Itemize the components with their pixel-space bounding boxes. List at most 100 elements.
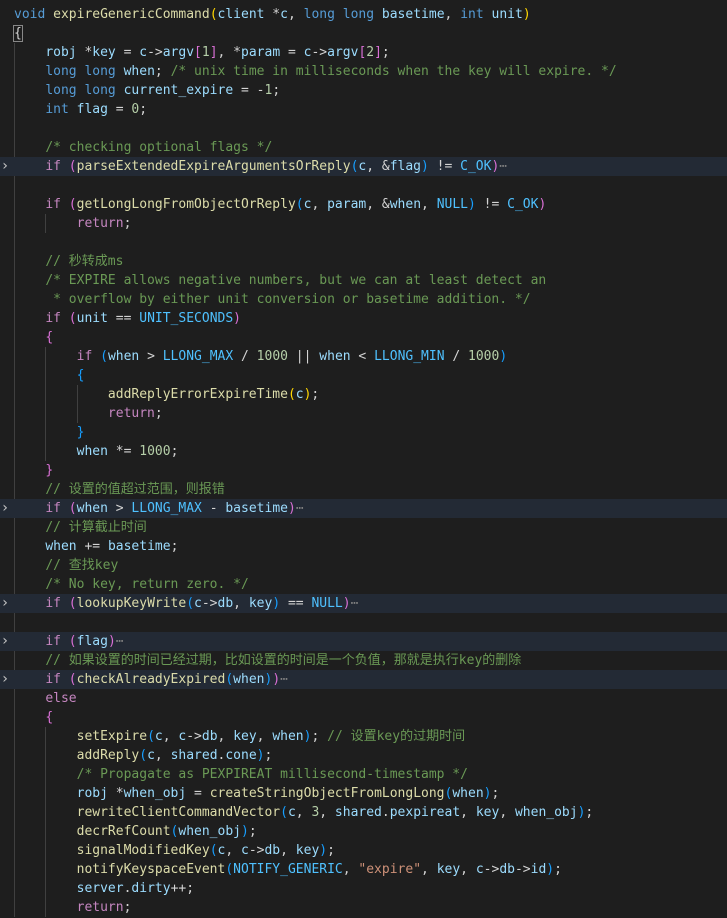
code-line[interactable]: server.dirty++; (0, 879, 727, 898)
code-line[interactable]: decrRefCount(when_obj); (0, 822, 727, 841)
folded-ellipsis-icon[interactable]: ⋯ (116, 634, 124, 649)
code-token: flag (76, 634, 108, 649)
code-token: key (92, 45, 116, 60)
code-line[interactable]: else (0, 689, 727, 708)
code-line[interactable]: › if (flag)⋯ (0, 632, 727, 651)
code-line[interactable]: signalModifiedKey(c, c->db, key); (0, 841, 727, 860)
code-line[interactable]: // 设置的值超过范围，则报错 (0, 480, 727, 499)
code-line[interactable]: { (0, 24, 727, 43)
code-token: -> (248, 843, 265, 858)
code-line[interactable]: return; (0, 214, 727, 233)
code-text: { (14, 328, 53, 347)
code-line[interactable]: // 如果设置的时间已经过期，比如设置的时间是一个负值，那就是执行key的删除 (0, 651, 727, 670)
code-token: when (389, 197, 422, 212)
fold-chevron-icon[interactable]: › (0, 594, 10, 613)
code-line[interactable]: if (getLongLongFromObjectOrReply(c, para… (0, 195, 727, 214)
code-line[interactable]: rewriteClientCommandVector(c, 3, shared.… (0, 803, 727, 822)
code-line[interactable]: /* EXPIRE allows negative numbers, but w… (0, 271, 727, 290)
code-token: if (45, 159, 61, 174)
code-token: , (256, 729, 273, 744)
code-line[interactable]: › if (checkAlreadyExpired(when))⋯ (0, 670, 727, 689)
folded-ellipsis-icon[interactable]: ⋯ (296, 501, 304, 516)
code-line[interactable]: // 秒转成ms (0, 252, 727, 271)
code-token: c (295, 387, 304, 402)
code-line[interactable]: /* Propagate as PEXPIREAT millisecond-ti… (0, 765, 727, 784)
code-token: ( (139, 748, 148, 763)
code-line[interactable]: robj *when_obj = createStringObjectFromL… (0, 784, 727, 803)
code-token: ) (538, 197, 547, 212)
code-line[interactable]: › if (parseExtendedExpireArgumentsOrRepl… (0, 157, 727, 176)
code-line[interactable]: notifyKeyspaceEvent(NOTIFY_GENERIC, "exp… (0, 860, 727, 879)
code-line[interactable]: /* checking optional flags */ (0, 138, 727, 157)
code-token: when_obj (123, 786, 187, 801)
code-line[interactable]: return; (0, 404, 727, 423)
code-line[interactable]: int flag = 0; (0, 100, 727, 119)
code-token: /* checking optional flags */ (45, 140, 273, 155)
code-line[interactable]: } (0, 461, 727, 480)
fold-chevron-icon[interactable]: › (0, 499, 10, 518)
code-line[interactable]: when *= 1000; (0, 442, 727, 461)
code-line[interactable]: › if (lookupKeyWrite(c->db, key) == NULL… (0, 594, 727, 613)
code-line[interactable]: /* No key, return zero. */ (0, 575, 727, 594)
code-line[interactable]: { (0, 328, 727, 347)
code-token: ++; (170, 881, 195, 896)
code-line[interactable] (0, 613, 727, 632)
code-token: shared (334, 805, 382, 820)
code-token: db (499, 862, 515, 877)
code-line[interactable]: addReplyErrorExpireTime(c); (0, 385, 727, 404)
code-token: ; (272, 83, 281, 98)
code-token: ; (123, 900, 132, 915)
code-text: addReplyErrorExpireTime(c); (14, 385, 319, 404)
code-line[interactable]: { (0, 366, 727, 385)
code-line[interactable]: } (0, 423, 727, 442)
folded-ellipsis-icon[interactable]: ⋯ (351, 596, 359, 611)
code-line[interactable]: setExpire(c, c->db, key, when); // 设置key… (0, 727, 727, 746)
code-line[interactable]: // 查找key (0, 556, 727, 575)
code-token: , (162, 729, 179, 744)
code-token: return (76, 216, 124, 231)
code-line[interactable] (0, 176, 727, 195)
fold-chevron-icon[interactable]: › (0, 157, 10, 176)
code-line[interactable]: if (unit == UNIT_SECONDS) (0, 309, 727, 328)
code-token: ; (170, 444, 179, 459)
code-line[interactable]: if (when > LLONG_MAX / 1000 || when < LL… (0, 347, 727, 366)
folded-ellipsis-icon[interactable]: ⋯ (499, 159, 507, 174)
code-line[interactable]: // 计算截止时间 (0, 518, 727, 537)
code-line[interactable]: › if (when > LLONG_MAX - basetime)⋯ (0, 499, 727, 518)
code-token: NULL (436, 197, 468, 212)
code-line[interactable]: when += basetime; (0, 537, 727, 556)
fold-chevron-icon[interactable]: › (0, 670, 10, 689)
code-token: /* unix time in milliseconds when the ke… (170, 64, 617, 79)
code-editor[interactable]: void expireGenericCommand(client *c, lon… (0, 0, 727, 918)
code-text: * overflow by either unit conversion or … (14, 290, 530, 309)
code-token: current_expire (123, 83, 234, 98)
code-token: db (264, 843, 281, 858)
folded-ellipsis-icon[interactable]: ⋯ (280, 672, 288, 687)
code-token: ( (68, 159, 77, 174)
code-line[interactable]: robj *key = c->argv[1], *param = c->argv… (0, 43, 727, 62)
code-line[interactable]: * overflow by either unit conversion or … (0, 290, 727, 309)
code-token: unit (76, 311, 108, 326)
code-line[interactable]: void expireGenericCommand(client *c, lon… (0, 5, 727, 24)
code-token: when (319, 349, 351, 364)
code-line[interactable]: addReply(c, shared.cone); (0, 746, 727, 765)
fold-chevron-icon[interactable]: › (0, 632, 10, 651)
code-line[interactable]: return; (0, 898, 727, 917)
code-token: ) (287, 501, 296, 516)
code-token: ) (272, 596, 281, 611)
code-line[interactable] (0, 233, 727, 252)
code-line[interactable]: { (0, 708, 727, 727)
code-text: notifyKeyspaceEvent(NOTIFY_GENERIC, "exp… (14, 860, 562, 879)
code-token: > (139, 349, 163, 364)
code-line[interactable] (0, 119, 727, 138)
code-line[interactable]: long long when; /* unix time in millisec… (0, 62, 727, 81)
code-line[interactable]: long long current_expire = -1; (0, 81, 727, 100)
